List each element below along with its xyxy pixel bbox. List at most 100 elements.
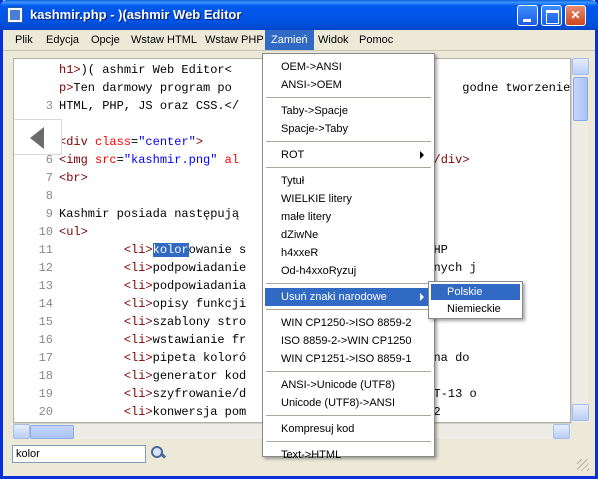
menu-item-rot[interactable]: ROT — [265, 146, 432, 164]
back-arrow-icon[interactable] — [14, 119, 62, 155]
line-code: <li>szablony stro — [123, 315, 247, 329]
line-code: Kashmir posiada następują — [59, 207, 240, 221]
menu-opcje[interactable]: Opcje — [85, 30, 126, 50]
menu-separator — [266, 415, 431, 416]
maximize-button[interactable] — [541, 5, 562, 26]
line-number: 14 — [38, 297, 53, 311]
line-code: <div class="center"> — [59, 135, 204, 149]
menu-item-label: Kompresuj kod — [281, 423, 355, 435]
menu-item-spacje-taby[interactable]: Spacje->Taby — [265, 120, 432, 138]
menu-item-win-cp1251-iso-8859-1[interactable]: WIN CP1251->ISO 8859-1 — [265, 350, 432, 368]
menu-item-label: Unicode (UTF8)->ANSI — [281, 397, 396, 409]
menu-separator — [266, 97, 431, 98]
line-code: HTML, PHP, JS oraz CSS.</ — [59, 99, 240, 113]
remove-diacritics-submenu: Polskie Niemieckie — [428, 281, 523, 319]
menu-item-unicode-utf8-ansi[interactable]: Unicode (UTF8)->ANSI — [265, 394, 432, 412]
menu-separator — [266, 309, 431, 310]
menu-item-label: Text->HTML — [281, 449, 342, 461]
menu-item-label: WIN CP1250->ISO 8859-2 — [281, 317, 412, 329]
app-icon — [7, 7, 23, 23]
submenu-arrow-icon — [420, 293, 424, 301]
menu-item-ansi-unicode-utf8[interactable]: ANSI->Unicode (UTF8) — [265, 376, 432, 394]
menu-item-label: WIN CP1251->ISO 8859-1 — [281, 353, 412, 365]
menu-item-dziwne[interactable]: dZiwNe — [265, 226, 432, 244]
menu-item-label: ANSI->OEM — [281, 79, 342, 91]
scroll-left-button[interactable] — [13, 424, 30, 439]
window-title: kashmir.php - )(ashmir Web Editor — [30, 7, 242, 22]
menu-item-wielkie-litery[interactable]: WIELKIE litery — [265, 190, 432, 208]
menu-item-label: Taby->Spacje — [281, 105, 348, 117]
menu-item-label: h4xxeR — [281, 247, 319, 259]
line-number: 9 — [45, 207, 53, 221]
menu-item-label: OEM->ANSI — [281, 61, 342, 73]
submenu-item-polskie[interactable]: Polskie — [431, 284, 520, 300]
menu-separator — [266, 141, 431, 142]
submenu-arrow-icon — [420, 151, 424, 159]
menu-item-taby-spacje[interactable]: Taby->Spacje — [265, 102, 432, 120]
menu-separator — [266, 371, 431, 372]
menu-wstaw-html[interactable]: Wstaw HTML — [125, 30, 203, 50]
menu-item-od-h4xxoryzuj[interactable]: Od-h4xxoRyzuj — [265, 262, 432, 280]
menu-item-usu-znaki-narodowe[interactable]: Usuń znaki narodowe — [265, 288, 432, 306]
resize-grip[interactable] — [577, 459, 589, 471]
scroll-right-button[interactable] — [553, 424, 570, 439]
menu-pomoc[interactable]: Pomoc — [353, 30, 399, 50]
scroll-up-button[interactable] — [572, 58, 589, 75]
vertical-scroll-thumb[interactable] — [573, 77, 588, 121]
line-number: 10 — [38, 225, 53, 239]
menu-zamień[interactable]: Zamień — [265, 30, 314, 50]
submenu-item-niemieckie[interactable]: Niemieckie — [431, 301, 520, 317]
close-button[interactable] — [565, 5, 586, 26]
line-number: 3 — [45, 99, 53, 113]
line-number: 7 — [45, 171, 53, 185]
menu-bar: Plik Edycja Opcje Wstaw HTML Wstaw PHP Zamień… — [3, 30, 595, 51]
menu-edycja[interactable]: Edycja — [40, 30, 85, 50]
search-icon[interactable] — [150, 445, 166, 461]
line-code: <li>generator kod — [123, 369, 247, 383]
menu-separator — [266, 441, 431, 442]
search-input[interactable] — [12, 445, 146, 463]
scroll-down-button[interactable] — [572, 404, 589, 421]
minimize-button[interactable] — [517, 5, 538, 26]
menu-item-iso-8859-2-win-cp1250[interactable]: ISO 8859-2->WIN CP1250 — [265, 332, 432, 350]
menu-separator — [266, 283, 431, 284]
menu-item-label: ROT — [281, 149, 305, 161]
menu-item-label: małe litery — [281, 211, 332, 223]
menu-item-label: WIELKIE litery — [281, 193, 352, 205]
line-number: 12 — [38, 261, 53, 275]
line-number: 13 — [38, 279, 53, 293]
menu-separator — [266, 167, 431, 168]
zamien-dropdown-menu: OEM->ANSI ANSI->OEM Taby->Spacje Spacje->Ta… — [262, 53, 435, 461]
menu-widok[interactable]: Widok — [312, 30, 355, 50]
line-number: 11 — [38, 243, 53, 257]
line-number: 20 — [38, 405, 53, 419]
menu-item-label: dZiwNe — [281, 229, 319, 241]
line-number: 18 — [38, 369, 53, 383]
line-code: <ul> — [59, 225, 88, 239]
menu-item-win-cp1250-iso-8859-2[interactable]: WIN CP1250->ISO 8859-2 — [265, 314, 432, 332]
line-code: h1>)( ashmir Web Editor< — [59, 63, 232, 77]
menu-plik[interactable]: Plik — [9, 30, 39, 50]
menu-item-label: Tytuł — [281, 175, 305, 187]
menu-item-oem-ansi[interactable]: OEM->ANSI — [265, 58, 432, 76]
menu-item-label: Od-h4xxoRyzuj — [281, 265, 357, 277]
title-bar[interactable]: kashmir.php - )(ashmir Web Editor — [0, 0, 598, 30]
menu-item-label: ANSI->Unicode (UTF8) — [281, 379, 396, 391]
vertical-scrollbar[interactable] — [571, 58, 589, 423]
menu-item-label: Usuń znaki narodowe — [281, 291, 387, 303]
menu-item-label: Spacje->Taby — [281, 123, 348, 135]
menu-item-label: ISO 8859-2->WIN CP1250 — [281, 335, 412, 347]
menu-item-h4xxer[interactable]: h4xxeR — [265, 244, 432, 262]
line-number: 17 — [38, 351, 53, 365]
menu-item-kompresuj-kod[interactable]: Kompresuj kod — [265, 420, 432, 438]
horizontal-scroll-thumb[interactable] — [30, 425, 74, 439]
line-number: 19 — [38, 387, 53, 401]
menu-item-ma-e-litery[interactable]: małe litery — [265, 208, 432, 226]
menu-wstaw-php[interactable]: Wstaw PHP — [199, 30, 270, 50]
line-number: 15 — [38, 315, 53, 329]
menu-item-text-html[interactable]: Text->HTML — [265, 446, 432, 464]
line-number: 16 — [38, 333, 53, 347]
line-code: <br> — [59, 171, 88, 185]
menu-item-tytu[interactable]: Tytuł — [265, 172, 432, 190]
menu-item-ansi-oem[interactable]: ANSI->OEM — [265, 76, 432, 94]
